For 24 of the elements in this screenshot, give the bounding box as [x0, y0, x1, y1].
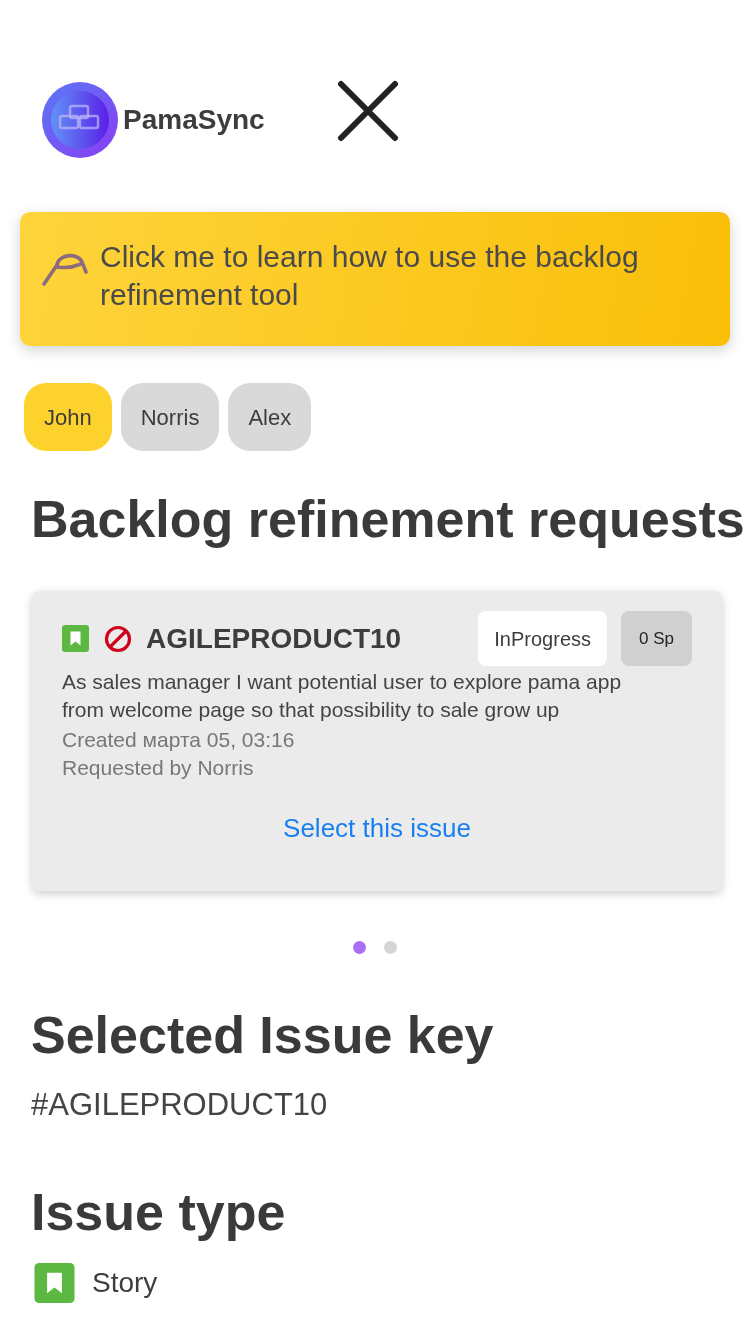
section-title: Backlog refinement requests — [30, 489, 746, 549]
user-filter-chip[interactable]: Norris — [120, 383, 220, 451]
brand-name: PamaSync — [123, 103, 265, 137]
user-filter-chip[interactable]: Alex — [228, 383, 312, 451]
close-icon — [336, 80, 399, 142]
issue-summary: As sales manager I want potential user to explore pama app from welcome page so that possibility to sale grow up — [62, 669, 623, 723]
issue-key: AGILEPRODUCT10 — [146, 617, 402, 660]
page-dot[interactable] — [384, 941, 397, 954]
story-points-pill: 0 Sp — [621, 611, 692, 666]
user-filter-chip[interactable]: John — [24, 383, 112, 451]
logo-icon — [42, 82, 118, 158]
requested-by: Requested by Norris — [62, 755, 255, 781]
section-title: Selected Issue key — [30, 1005, 495, 1065]
bookmark-icon — [62, 625, 89, 652]
bookmark-icon — [32, 1263, 77, 1303]
created-date: Created марта 05, 03:16 — [62, 727, 296, 753]
close-button[interactable] — [336, 80, 399, 142]
help-banner-text: Click me to learn how to use the backlog refinement tool — [100, 239, 640, 313]
section-title: Issue type — [30, 1182, 287, 1242]
page-dot[interactable] — [353, 941, 366, 954]
selected-issue-key: #AGILEPRODUCT10 — [31, 1085, 750, 1125]
help-banner[interactable]: Click me to learn how to use the backlog refinement tool — [20, 212, 730, 346]
issue-type-label: Story — [92, 1266, 158, 1300]
status-pill: InProgress — [478, 611, 607, 666]
